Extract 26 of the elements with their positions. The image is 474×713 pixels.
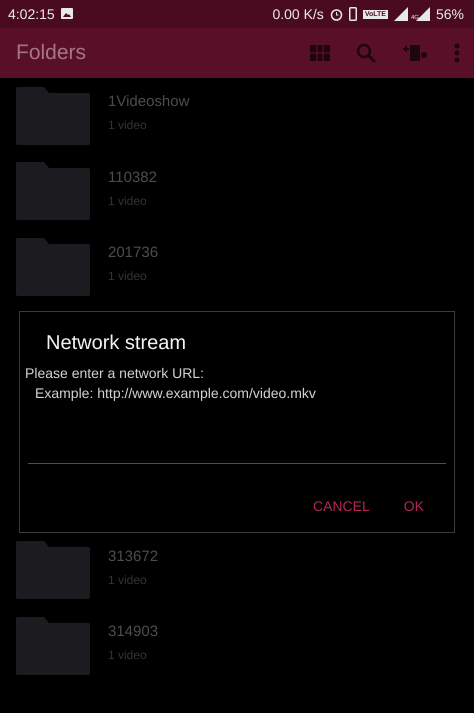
more-icon[interactable]: [454, 43, 460, 63]
cancel-button[interactable]: CANCEL: [306, 494, 376, 518]
toolbar-title: Folders: [16, 41, 88, 65]
folder-icon: [16, 541, 90, 600]
dialog-title: Network stream: [46, 332, 188, 354]
phone-icon: [348, 7, 357, 21]
folder-icon: [16, 238, 90, 296]
grid-icon[interactable]: [310, 45, 330, 61]
folder-icon: [16, 616, 90, 675]
dialog-message: Please enter a network URL:: [25, 364, 205, 380]
network-speed: 0.00 K/s: [272, 6, 324, 22]
folder-name: 313672: [108, 548, 158, 565]
folder-name: 201736: [108, 244, 158, 262]
image-icon: [60, 8, 73, 19]
folder-name: 110382: [108, 168, 157, 186]
battery-level: 56%: [436, 6, 464, 22]
example-text: Example: http://www.example.com/video.mkv: [35, 384, 317, 400]
alarm-icon: [330, 8, 343, 20]
folder-name: 1Videoshow: [108, 93, 190, 110]
signal-icon: [394, 7, 408, 21]
folder-icon: [16, 86, 90, 145]
folder-icon: [16, 162, 90, 220]
clock-time: 4:02:15: [8, 6, 55, 22]
search-icon[interactable]: [356, 43, 376, 63]
folder-name: 314903: [108, 623, 158, 640]
ok-button[interactable]: OK: [398, 494, 430, 518]
